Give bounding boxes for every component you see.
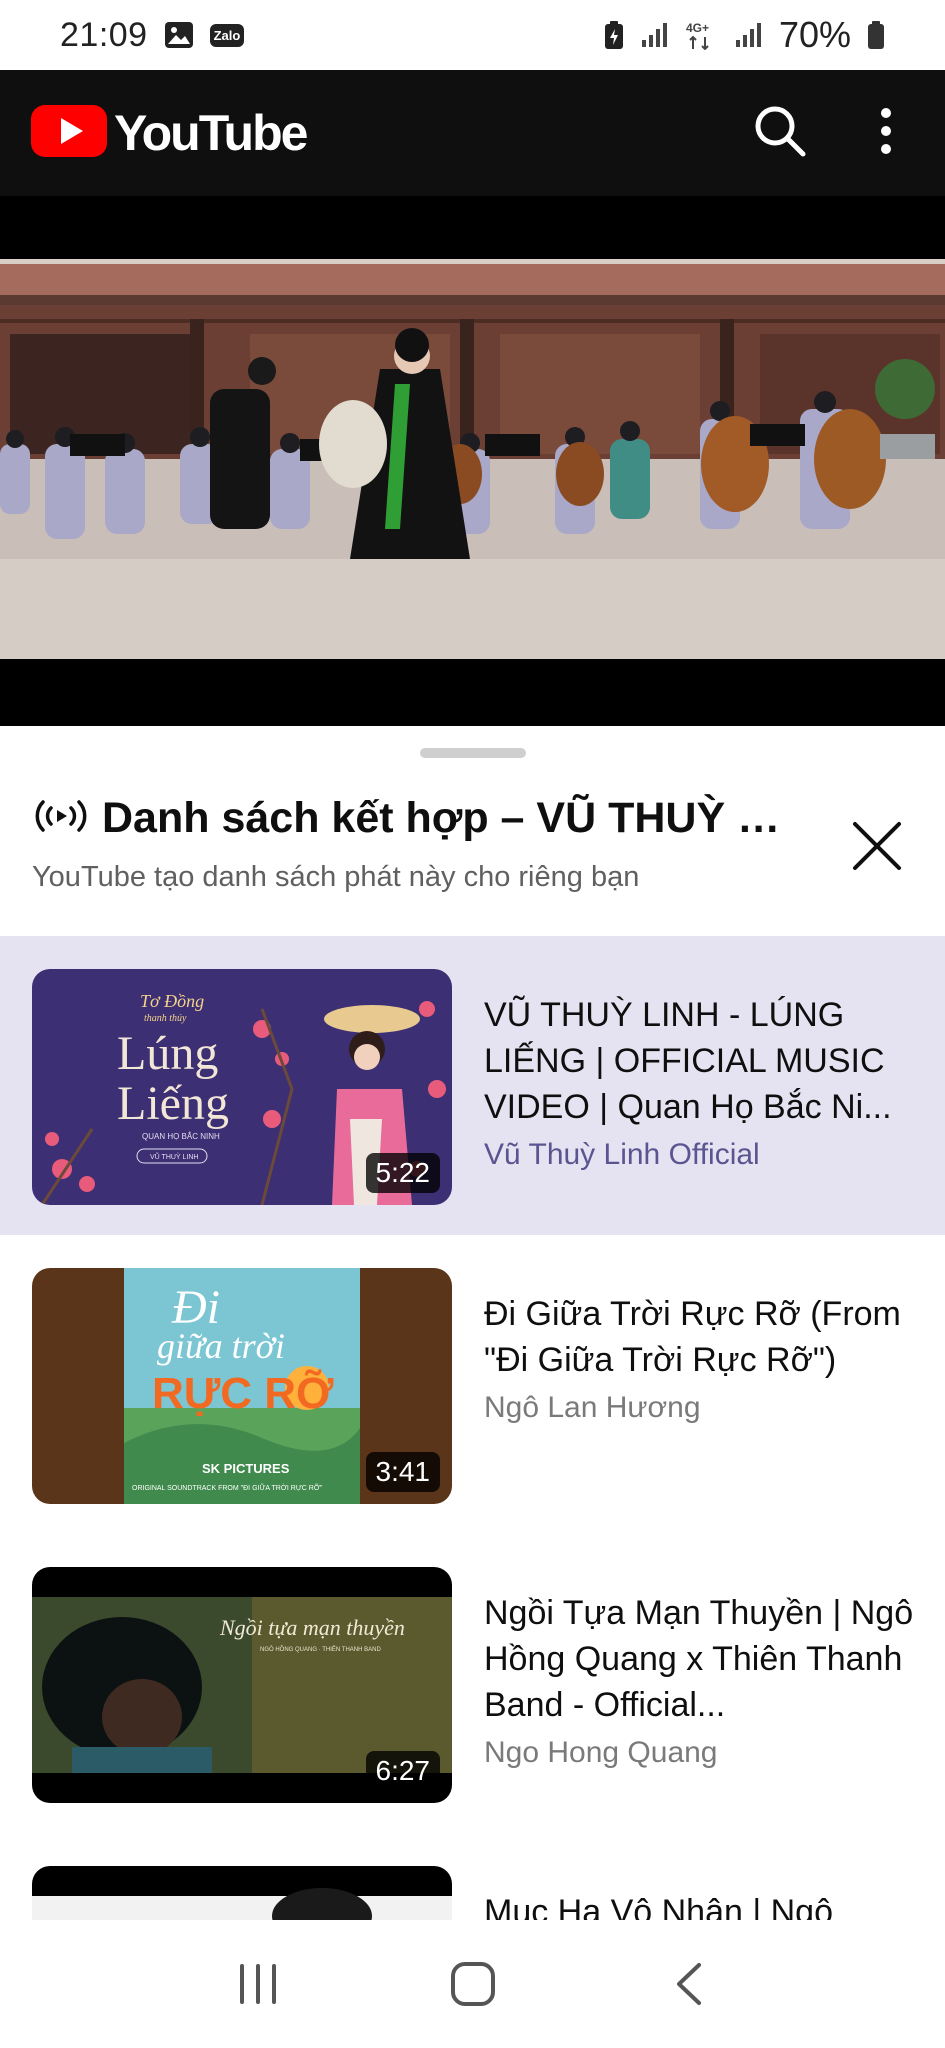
video-meta: Mục Hạ Vô Nhân | Ngô — [484, 1889, 914, 1920]
playlist-item[interactable]: Mục Hạ Vô Nhân | Ngô — [0, 1833, 945, 1920]
close-icon[interactable] — [849, 818, 905, 874]
thumb-brand-sub: thanh thúy — [144, 1013, 187, 1024]
header-actions — [753, 104, 915, 163]
thumb-title-2: Liếng — [117, 1077, 229, 1130]
thumb-title-1: Lúng — [117, 1027, 218, 1080]
thumb-studio: SK PICTURES — [202, 1461, 290, 1476]
playlist-item[interactable]: Ngồi tựa mạn thuyền NGÔ HỒNG QUANG · THI… — [0, 1534, 945, 1833]
video-channel[interactable]: Vũ Thuỳ Linh Official — [484, 1138, 914, 1172]
battery-percent: 70% — [778, 14, 851, 55]
status-bar: 21:09 Zalo 4G+ 70% — [0, 0, 945, 70]
network-type-label: 4G+ — [686, 21, 709, 35]
thumb-sub: QUAN HỌ BẮC NINH — [142, 1132, 220, 1141]
thumb-caption: ORIGINAL SOUNDTRACK FROM "ĐI GIỮA TRỜI R… — [132, 1483, 323, 1492]
video-meta: Ngồi Tựa Mạn Thuyền | Ngô Hồng Quang x T… — [484, 1590, 914, 1770]
playlist-header: Danh sách kết hợp – VŨ THUỲ LINH YouTube… — [32, 794, 912, 894]
playlist-subtitle: YouTube tạo danh sách phát này cho riêng… — [32, 861, 640, 893]
playlist-item[interactable]: Đi giữa trời RỰC RỠ SK PICTURES ORIGINAL… — [0, 1235, 945, 1534]
thumb-title-2: giữa trời — [157, 1326, 285, 1366]
network-type-icon: 4G+ — [685, 20, 719, 50]
youtube-wordmark: YouTube — [114, 105, 308, 161]
back-icon[interactable] — [648, 1944, 728, 2024]
search-icon[interactable] — [753, 104, 807, 163]
playlist-items: Tơ Đồng thanh thúy Lúng Liếng QUAN HỌ BẮ… — [0, 936, 945, 1920]
status-left: 21:09 Zalo — [60, 15, 245, 55]
youtube-play-icon — [30, 103, 108, 164]
video-frame — [0, 259, 945, 659]
video-title[interactable]: Mục Hạ Vô Nhân | Ngô — [484, 1889, 914, 1920]
status-right: 4G+ 70% — [603, 14, 885, 56]
video-meta: VŨ THUỲ LINH - LÚNG LIẾNG | OFFICIAL MUS… — [484, 992, 914, 1172]
screen: 21:09 Zalo 4G+ 70% YouTube Danh sách kết… — [0, 0, 945, 2048]
home-icon[interactable] — [433, 1944, 513, 2024]
playlist-title: Danh sách kết hợp – VŨ THUỲ LINH — [102, 794, 802, 842]
video-thumbnail[interactable] — [32, 1866, 452, 1920]
signal-icon-1 — [641, 22, 669, 48]
thumb-artist: VŨ THUỲ LINH — [150, 1152, 199, 1161]
playlist-sheet: Danh sách kết hợp – VŨ THUỲ LINH YouTube… — [0, 728, 945, 1920]
video-thumbnail[interactable]: Tơ Đồng thanh thúy Lúng Liếng QUAN HỌ BẮ… — [32, 969, 452, 1205]
thumb-title: Ngồi tựa mạn thuyền — [219, 1615, 405, 1640]
app-header: YouTube — [0, 70, 945, 196]
zalo-icon: Zalo — [209, 23, 245, 47]
radio-broadcast-icon — [32, 796, 90, 841]
thumb-caption: NGÔ HỒNG QUANG · THIÊN THANH BAND — [260, 1645, 381, 1653]
more-vert-icon[interactable] — [879, 106, 893, 161]
drag-handle[interactable] — [420, 748, 526, 758]
youtube-logo[interactable]: YouTube — [30, 103, 308, 164]
recents-icon[interactable] — [218, 1944, 298, 2024]
thumb-title-3: RỰC RỠ — [152, 1368, 334, 1418]
video-channel[interactable]: Ngô Lan Hương — [484, 1391, 914, 1425]
video-player[interactable] — [0, 196, 945, 726]
video-duration: 6:27 — [365, 1751, 440, 1791]
thumb-brand: Tơ Đồng — [140, 991, 204, 1011]
video-duration: 5:22 — [365, 1153, 440, 1193]
video-title[interactable]: Ngồi Tựa Mạn Thuyền | Ngô Hồng Quang x T… — [484, 1590, 914, 1728]
playlist-title-row: Danh sách kết hợp – VŨ THUỲ LINH — [32, 794, 912, 843]
playlist-item[interactable]: Tơ Đồng thanh thúy Lúng Liếng QUAN HỌ BẮ… — [0, 936, 945, 1235]
video-duration: 3:41 — [365, 1452, 440, 1492]
battery-icon — [867, 20, 885, 50]
status-time: 21:09 — [60, 15, 148, 54]
video-title[interactable]: VŨ THUỲ LINH - LÚNG LIẾNG | OFFICIAL MUS… — [484, 992, 914, 1130]
gallery-icon — [164, 21, 194, 49]
video-title[interactable]: Đi Giữa Trời Rực Rỡ (From "Đi Giữa Trời … — [484, 1291, 914, 1383]
signal-icon-2 — [735, 22, 763, 48]
video-meta: Đi Giữa Trời Rực Rỡ (From "Đi Giữa Trời … — [484, 1291, 914, 1425]
battery-saver-icon — [603, 20, 625, 50]
navigation-bar — [0, 1920, 945, 2048]
video-channel[interactable]: Ngo Hong Quang — [484, 1736, 914, 1770]
video-thumbnail[interactable]: Đi giữa trời RỰC RỠ SK PICTURES ORIGINAL… — [32, 1268, 452, 1504]
video-thumbnail[interactable]: Ngồi tựa mạn thuyền NGÔ HỒNG QUANG · THI… — [32, 1567, 452, 1803]
